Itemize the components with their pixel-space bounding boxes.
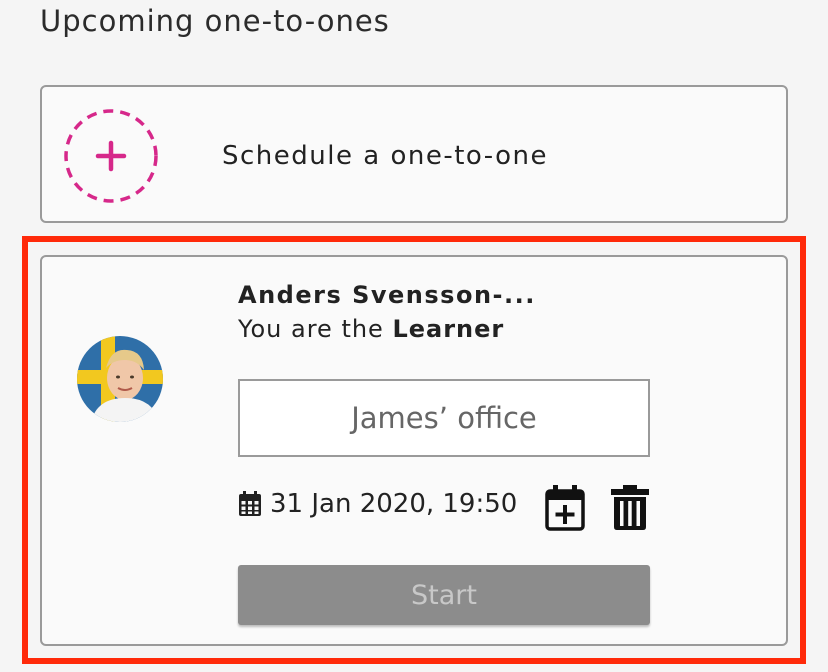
schedule-one-to-one-button[interactable]: Schedule a one-to-one	[40, 85, 788, 223]
person-name: Anders Svensson-...	[238, 281, 536, 309]
one-to-ones-page: Upcoming one-to-ones Schedule a one-to-o…	[0, 0, 828, 672]
role-value: Learner	[392, 315, 505, 343]
avatar	[77, 336, 163, 422]
start-button[interactable]: Start	[238, 565, 650, 625]
role-prefix: You are the	[238, 315, 393, 343]
schedule-label: Schedule a one-to-one	[222, 141, 549, 171]
datetime-text: 31 Jan 2020, 19:50	[270, 489, 518, 519]
meeting-card: Anders Svensson-... You are the Learner …	[40, 255, 788, 646]
calendar-icon	[238, 491, 262, 517]
calendar-plus-icon	[544, 485, 586, 531]
add-circle-icon	[63, 108, 159, 204]
delete-button[interactable]	[610, 485, 650, 531]
location-field[interactable]	[238, 379, 650, 457]
section-title: Upcoming one-to-ones	[40, 4, 390, 38]
meeting-datetime: 31 Jan 2020, 19:50	[238, 487, 517, 521]
role-line: You are the Learner	[238, 315, 504, 343]
add-to-calendar-button[interactable]	[544, 485, 586, 531]
trash-icon	[610, 485, 650, 531]
